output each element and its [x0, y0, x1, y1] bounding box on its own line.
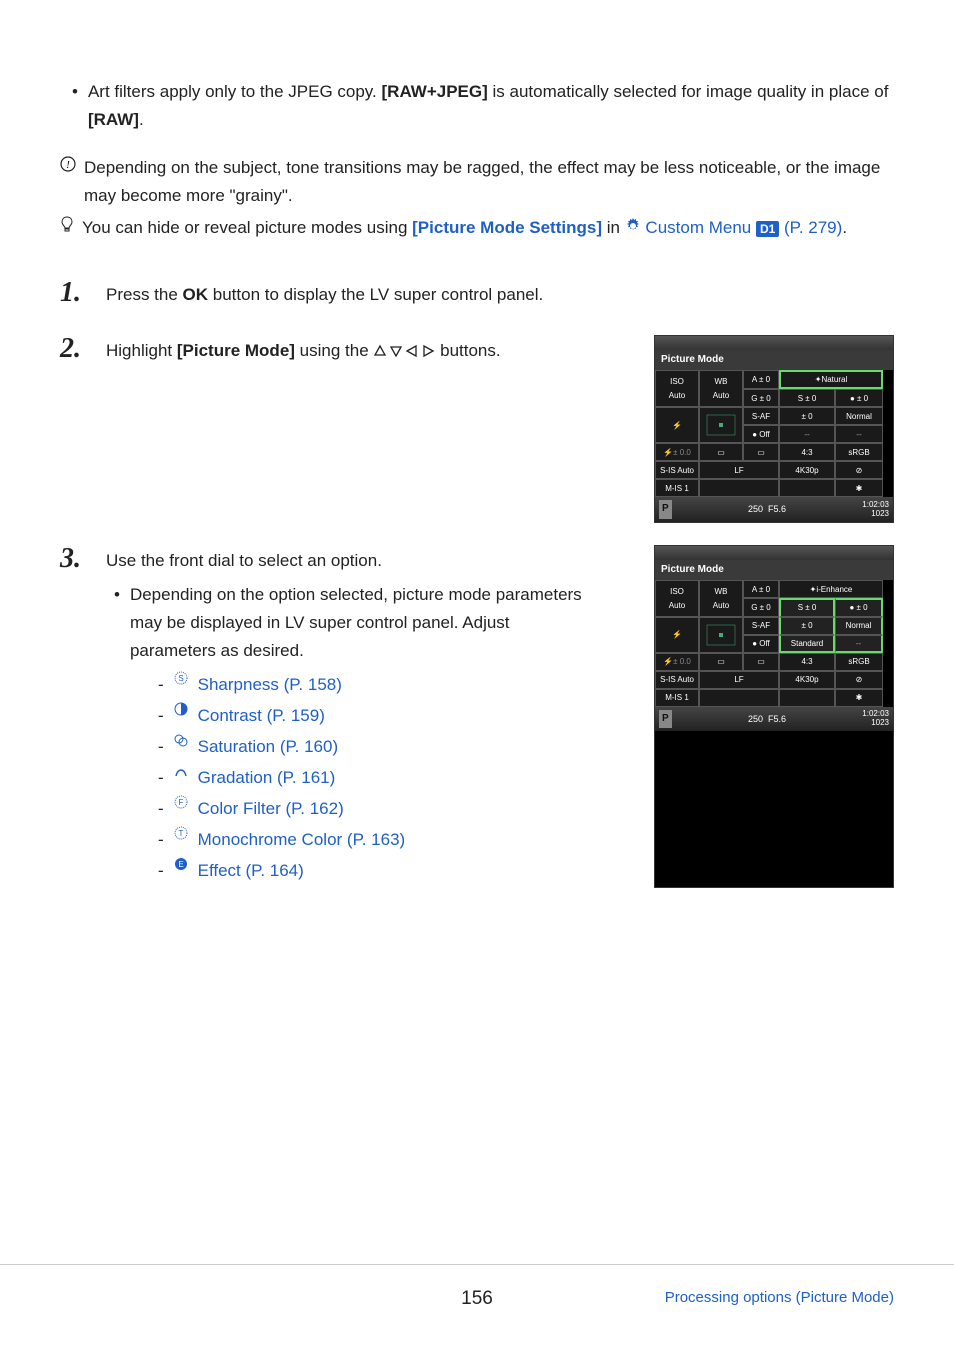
arrow-buttons-icon	[373, 344, 435, 358]
lcd1-lf: LF	[699, 461, 779, 479]
contrast-icon	[172, 702, 190, 716]
lcd2-title: Picture Mode	[655, 560, 893, 581]
custom-menu-link[interactable]: Custom Menu D1 (P. 279)	[641, 218, 843, 237]
page-number: 156	[461, 1283, 493, 1314]
svg-text:E: E	[178, 860, 183, 869]
lcd1-a0: A ± 0	[743, 370, 779, 389]
lcd1-title: Picture Mode	[655, 350, 893, 371]
caution-note: ! Depending on the subject, tone transit…	[60, 154, 894, 210]
lcd1-diag: ⊘	[835, 461, 883, 479]
lcd1-drive: ▭	[699, 443, 743, 461]
link-color-filter[interactable]: Color Filter (P. 162)	[198, 795, 344, 823]
link-gradation[interactable]: Gradation (P. 161)	[198, 764, 336, 792]
step-2: 2. Highlight [Picture Mode] using the bu…	[60, 335, 894, 523]
step-3-number: 3.	[60, 545, 92, 889]
lcd1-dash2: --	[835, 425, 883, 443]
lcd1-gear: ✱	[835, 479, 883, 497]
step-3-link-list: -SSharpness (P. 158) -Contrast (P. 159) …	[130, 671, 586, 885]
lcd1-fl0: ⚡± 0.0	[655, 443, 699, 461]
link-contrast[interactable]: Contrast (P. 159)	[198, 702, 325, 730]
intro-bullet-text: Art filters apply only to the JPEG copy.…	[88, 78, 894, 134]
monochrome-icon: T	[172, 826, 190, 840]
lcd1-off: ● Off	[743, 425, 779, 443]
lcd1-sis: S-IS Auto	[655, 461, 699, 479]
lcd1-norm: Normal	[835, 407, 883, 425]
step-2-number: 2.	[60, 335, 92, 365]
d1-badge: D1	[756, 221, 779, 237]
lcd1-4k: 4K 30p	[779, 461, 835, 479]
lcd1-iso: ISOAuto	[655, 370, 699, 407]
saturation-icon	[172, 733, 190, 747]
lcd1-wb: WBAuto	[699, 370, 743, 407]
gear-icon	[625, 215, 641, 243]
step-3-sub-bullet: • Depending on the option selected, pict…	[106, 581, 586, 888]
gradation-icon	[172, 764, 190, 778]
lcd1-s0: S ± 0	[779, 389, 835, 407]
tip-text: You can hide or reveal picture modes usi…	[82, 214, 894, 243]
step-1-body: Press the OK button to display the LV su…	[106, 279, 543, 309]
step-3-line: Use the front dial to select an option.	[106, 547, 586, 575]
lcd1-flash: ⚡	[655, 407, 699, 443]
step-3: 3. Use the front dial to select an optio…	[60, 545, 894, 889]
lcd2-highlight: ✦ i-Enhance	[779, 580, 883, 598]
svg-text:F: F	[178, 798, 183, 807]
link-effect[interactable]: Effect (P. 164)	[198, 857, 304, 885]
lcd1-mis: M-IS 1	[655, 479, 699, 497]
footer-section-link[interactable]: Processing options (Picture Mode)	[665, 1286, 894, 1311]
picture-mode-settings-link[interactable]: [Picture Mode Settings]	[412, 218, 602, 237]
svg-text:S: S	[178, 674, 183, 683]
page-footer: 156 Processing options (Picture Mode)	[0, 1264, 954, 1314]
lcd1-highlight: ✦ Natural	[779, 370, 883, 389]
lcd1-c0: ● ± 0	[835, 389, 883, 407]
bullet-icon: •	[72, 78, 78, 134]
link-saturation[interactable]: Saturation (P. 160)	[198, 733, 339, 761]
lcd1-meter: ▭	[743, 443, 779, 461]
lcd1-af-area	[699, 407, 743, 443]
lcd-preview-2: Picture Mode ISOAuto WBAuto A ± 0 ✦ i-En…	[654, 545, 894, 889]
lcd1-sat: ± 0	[779, 407, 835, 425]
lcd1-dash1: --	[779, 425, 835, 443]
tip-icon	[60, 216, 74, 243]
link-sharpness[interactable]: Sharpness (P. 158)	[198, 671, 342, 699]
intro-bullet: • Art filters apply only to the JPEG cop…	[60, 78, 894, 134]
link-monochrome[interactable]: Monochrome Color (P. 163)	[198, 826, 406, 854]
step-2-body: Highlight [Picture Mode] using the butto…	[106, 335, 501, 365]
lcd1-g0: G ± 0	[743, 389, 779, 407]
caution-text: Depending on the subject, tone transitio…	[84, 154, 894, 210]
lcd1-footer: P 250 F5.6 1:02:031023	[655, 497, 893, 522]
svg-text:!: !	[66, 159, 70, 171]
effect-icon: E	[172, 857, 190, 871]
tip-note: You can hide or reveal picture modes usi…	[60, 214, 894, 243]
step-1-number: 1.	[60, 279, 92, 309]
step-1: 1. Press the OK button to display the LV…	[60, 279, 894, 309]
lcd1-ratio: 4:3	[779, 443, 835, 461]
caution-icon: !	[60, 156, 76, 210]
svg-text:T: T	[178, 829, 183, 838]
lcd1-srgb: sRGB	[835, 443, 883, 461]
lcd-preview-1: Picture Mode ISOAuto WBAuto A ± 0 ✦ Natu…	[654, 335, 894, 523]
sharpness-icon: S	[172, 671, 190, 685]
lcd1-saf: S-AF	[743, 407, 779, 425]
color-filter-icon: F	[172, 795, 190, 809]
